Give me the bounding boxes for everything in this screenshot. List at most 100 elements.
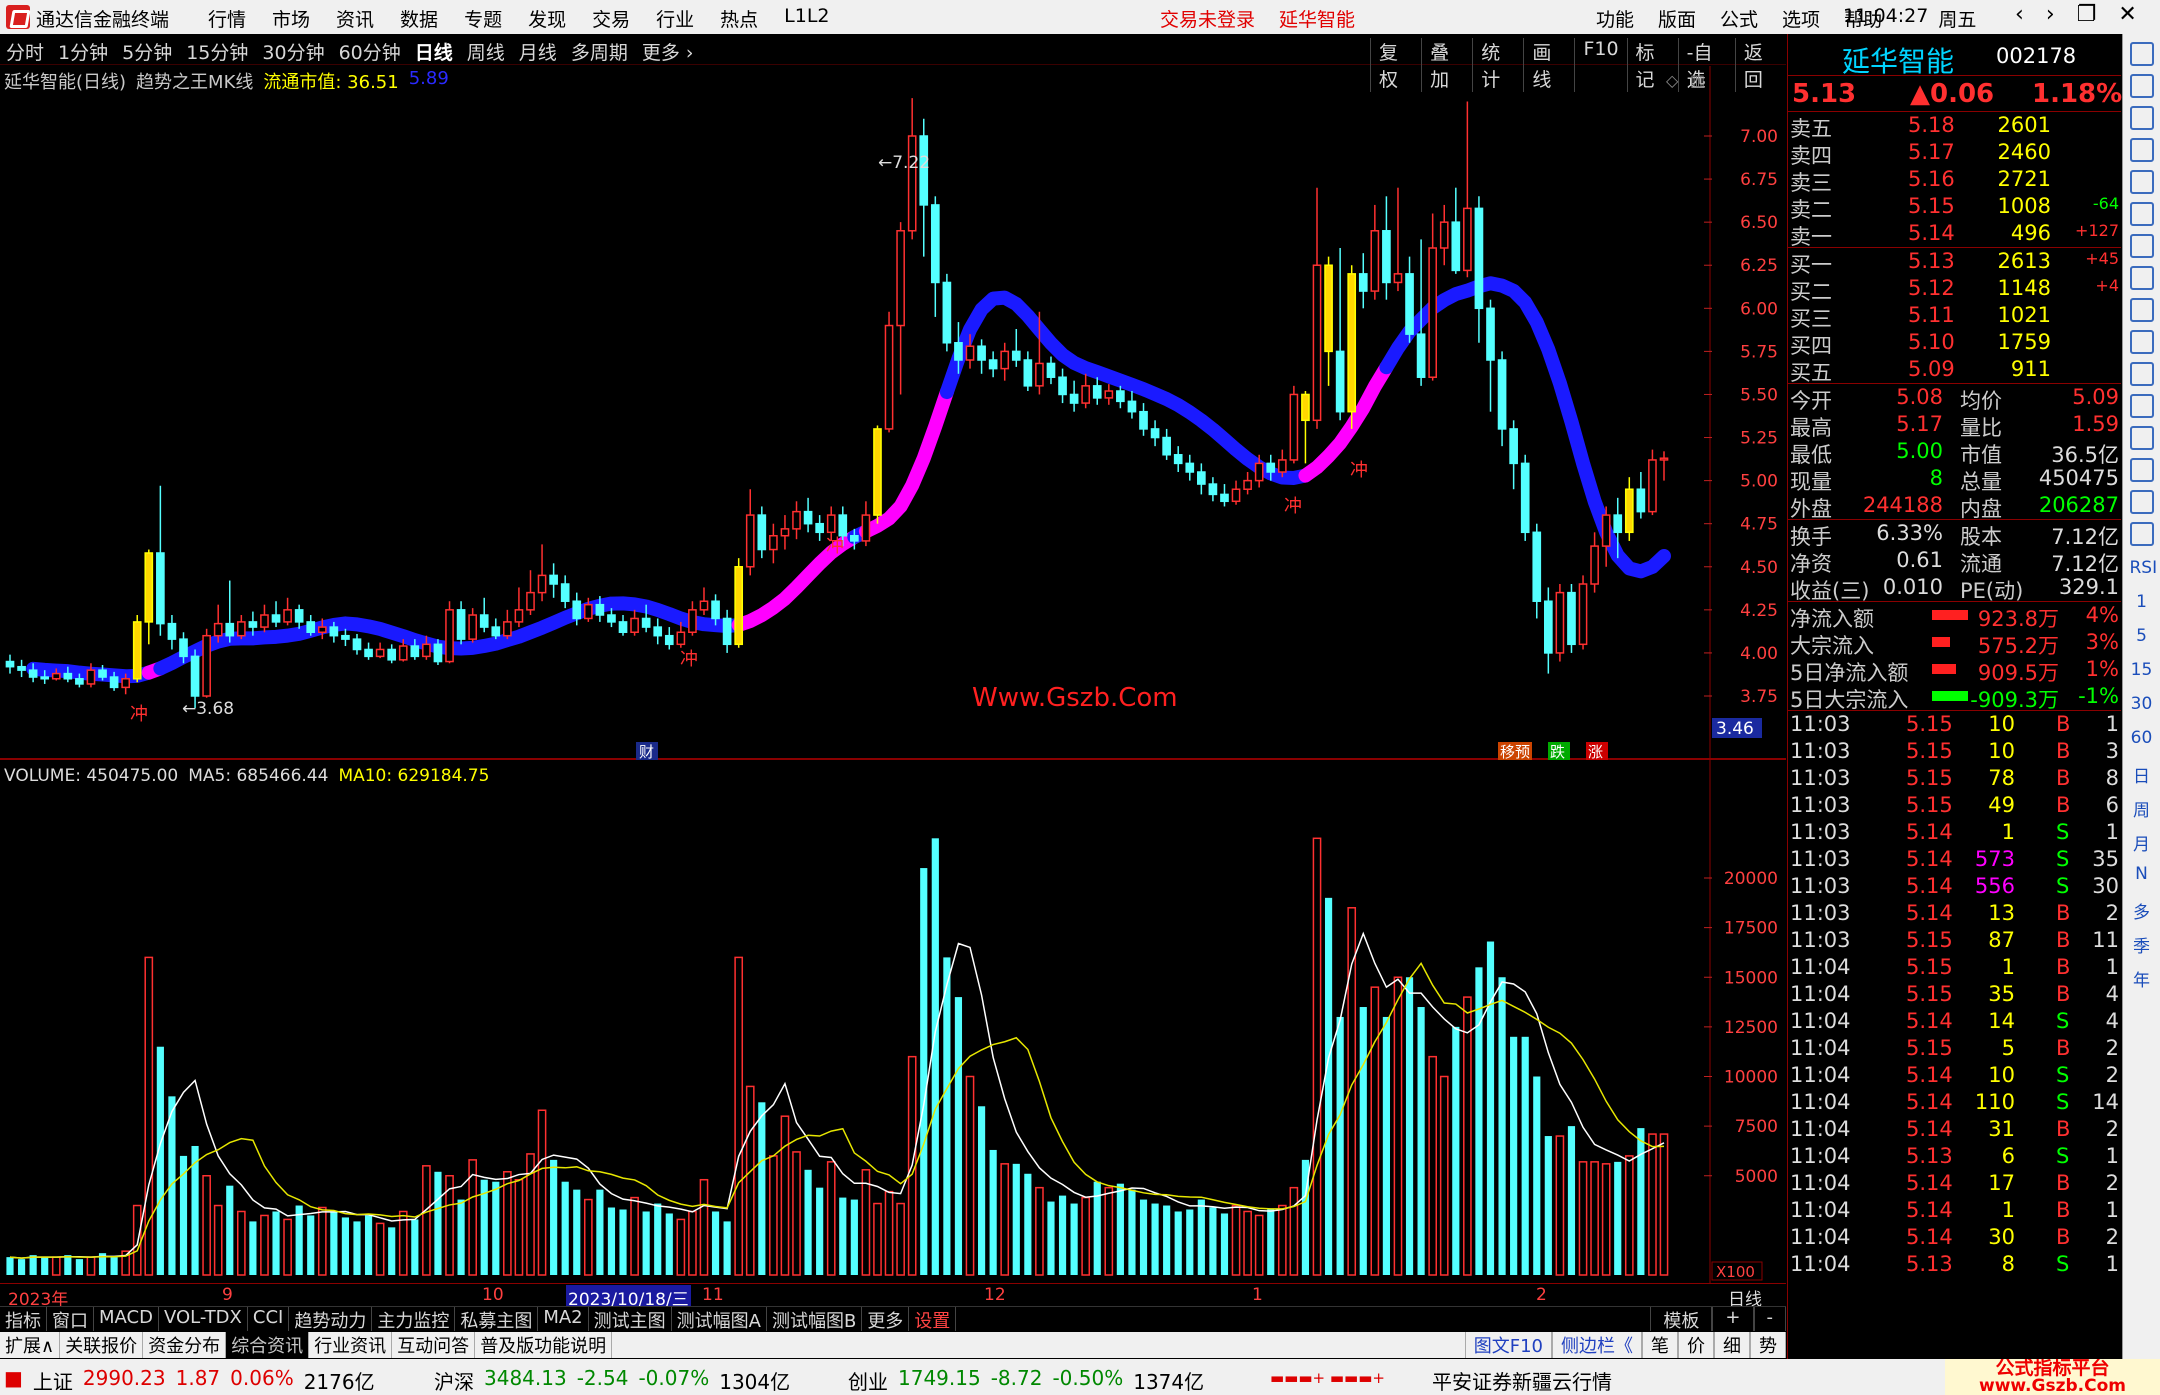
- indicator-tab-8[interactable]: MA2: [538, 1307, 589, 1331]
- right-menu-item-0[interactable]: 功能: [1596, 5, 1634, 32]
- sidebar-tool-icon[interactable]: [2129, 490, 2154, 514]
- indicator-tab-12[interactable]: 更多: [862, 1307, 910, 1332]
- period-tab-6[interactable]: 日线: [415, 38, 453, 65]
- indicator-tab-0[interactable]: 指标: [0, 1307, 47, 1332]
- stock-alert[interactable]: 延华智能: [1279, 5, 1355, 32]
- bids-row[interactable]: 买三 5.11 1021: [1788, 302, 2121, 331]
- bids-row[interactable]: 买一 5.13 2613 +45: [1788, 248, 2121, 277]
- sidebar-tool-icon[interactable]: [2129, 266, 2154, 290]
- sidebar-tool-icon[interactable]: [2129, 202, 2154, 226]
- close-icon[interactable]: ✕: [2118, 2, 2136, 27]
- sidebar-period-30[interactable]: 30: [2130, 694, 2154, 716]
- sidebar-tool-icon[interactable]: [2129, 42, 2154, 66]
- indicator-tab-2[interactable]: MACD: [94, 1307, 159, 1331]
- sidebar-tool-icon[interactable]: [2129, 522, 2154, 546]
- bottom-right-tab-5[interactable]: 势: [1750, 1332, 1786, 1358]
- template-control-1[interactable]: +: [1712, 1307, 1754, 1331]
- bottom-right-tab-1[interactable]: 侧边栏《: [1552, 1332, 1642, 1358]
- restore-icon[interactable]: ❐: [2077, 2, 2097, 27]
- bottom-tab-2[interactable]: 资金分布: [143, 1332, 227, 1358]
- period-tab-10[interactable]: 更多 ›: [642, 38, 694, 65]
- right-menu-item-3[interactable]: 选项: [1782, 5, 1820, 32]
- indicator-tab-1[interactable]: 窗口: [47, 1307, 94, 1332]
- indicator-tab-11[interactable]: 测试幅图B: [767, 1307, 863, 1332]
- index-cy[interactable]: 创业 1749.15 -8.72 -0.50% 1374亿: [848, 1366, 1204, 1395]
- menu-item-2[interactable]: 资讯: [336, 5, 374, 32]
- sidebar-period-60[interactable]: 60: [2130, 728, 2154, 750]
- bottom-tab-6[interactable]: 普及版功能说明: [475, 1332, 613, 1358]
- asks-row[interactable]: 卖四 5.17 2460: [1788, 139, 2121, 168]
- indicator-tab-3[interactable]: VOL-TDX: [159, 1307, 248, 1331]
- sidebar-period-年[interactable]: 年: [2130, 966, 2154, 991]
- forward-icon[interactable]: ›: [2046, 2, 2055, 27]
- sidebar-period-周[interactable]: 周: [2130, 796, 2154, 821]
- indicator-tab-5[interactable]: 趋势动力: [289, 1307, 373, 1332]
- sidebar-tool-icon[interactable]: [2129, 234, 2154, 258]
- right-menu-item-1[interactable]: 版面: [1658, 5, 1696, 32]
- period-tab-3[interactable]: 15分钟: [186, 38, 248, 65]
- menu-item-8[interactable]: 热点: [720, 5, 758, 32]
- bids-row[interactable]: 买四 5.10 1759: [1788, 329, 2121, 358]
- period-tab-9[interactable]: 多周期: [571, 38, 628, 65]
- period-tab-7[interactable]: 周线: [467, 38, 505, 65]
- bottom-right-tab-4[interactable]: 细: [1714, 1332, 1750, 1358]
- asks-row[interactable]: 卖二 5.15 1008 -64: [1788, 193, 2121, 222]
- bottom-tab-3[interactable]: 综合资讯: [226, 1332, 310, 1358]
- sidebar-tool-icon[interactable]: [2129, 138, 2154, 162]
- template-control-2[interactable]: -: [1753, 1307, 1786, 1331]
- volume-chart[interactable]: 20000 17500 15000 12500 10000 7500 5000 X100: [0, 760, 1786, 1283]
- sidebar-period-季[interactable]: 季: [2130, 932, 2154, 957]
- sidebar-tool-icon[interactable]: [2129, 458, 2154, 482]
- menu-item-7[interactable]: 行业: [656, 5, 694, 32]
- sidebar-period-RSI[interactable]: RSI: [2130, 558, 2158, 580]
- asks-row[interactable]: 卖三 5.16 2721: [1788, 166, 2121, 195]
- sidebar-tool-icon[interactable]: [2129, 298, 2154, 322]
- bottom-right-tab-3[interactable]: 价: [1678, 1332, 1714, 1358]
- index-sz[interactable]: 沪深 3484.13 -2.54 -0.07% 1304亿: [434, 1366, 790, 1395]
- tick-list[interactable]: 11:03 5.15 10 B 1 11:03 5.15 10 B 3 11:03 5.15 78 B 8 1…: [1788, 711, 2121, 1278]
- sidebar-tool-icon[interactable]: [2129, 426, 2154, 450]
- sidebar-period-15[interactable]: 15: [2130, 660, 2154, 682]
- menu-item-1[interactable]: 市场: [272, 5, 310, 32]
- indicator-tab-4[interactable]: CCI: [248, 1307, 290, 1331]
- trade-login-alert[interactable]: 交易未登录: [1160, 5, 1255, 32]
- indicator-tab-13[interactable]: 设置: [909, 1307, 957, 1332]
- menu-item-0[interactable]: 行情: [208, 5, 246, 32]
- back-icon[interactable]: ‹: [2015, 2, 2024, 27]
- asks-row[interactable]: 卖五 5.18 2601: [1788, 112, 2121, 141]
- period-tab-1[interactable]: 1分钟: [58, 38, 108, 65]
- sidebar-period-月[interactable]: 月: [2130, 830, 2154, 855]
- period-tab-5[interactable]: 60分钟: [339, 38, 401, 65]
- sidebar-tool-icon[interactable]: [2129, 106, 2154, 130]
- index-sh[interactable]: ■ 上证 2990.23 1.87 0.06% 2176亿: [4, 1366, 375, 1395]
- indicator-tab-7[interactable]: 私募主图: [455, 1307, 539, 1332]
- sidebar-period-多[interactable]: 多: [2130, 898, 2154, 923]
- candlestick-chart[interactable]: 7.00 6.75 6.50 6.25 6.00 5.75 5.50 5.25 5.00 4.75…: [0, 66, 1786, 760]
- sidebar-tool-icon[interactable]: [2129, 74, 2154, 98]
- indicator-tab-9[interactable]: 测试主图: [589, 1307, 672, 1332]
- menu-item-3[interactable]: 数据: [400, 5, 438, 32]
- bids-row[interactable]: 买五 5.09 911: [1788, 356, 2121, 385]
- menu-item-4[interactable]: 专题: [464, 5, 502, 32]
- period-tab-4[interactable]: 30分钟: [262, 38, 324, 65]
- period-tab-0[interactable]: 分时: [6, 38, 44, 65]
- indicator-tab-6[interactable]: 主力监控: [372, 1307, 456, 1332]
- period-tab-8[interactable]: 月线: [519, 38, 557, 65]
- bottom-right-tab-0[interactable]: 图文F10: [1464, 1332, 1552, 1358]
- bids-row[interactable]: 买二 5.12 1148 +4: [1788, 275, 2121, 304]
- template-control-0[interactable]: 模板: [1650, 1307, 1713, 1332]
- bottom-tab-0[interactable]: 扩展∧: [0, 1332, 61, 1358]
- sidebar-period-N[interactable]: N: [2130, 864, 2154, 886]
- menu-item-5[interactable]: 发现: [528, 5, 566, 32]
- bottom-tab-5[interactable]: 互动问答: [392, 1332, 476, 1358]
- menu-item-6[interactable]: 交易: [592, 5, 630, 32]
- sidebar-tool-icon[interactable]: [2129, 362, 2154, 386]
- bottom-tab-1[interactable]: 关联报价: [60, 1332, 144, 1358]
- asks-row[interactable]: 卖一 5.14 496 +127: [1788, 220, 2121, 249]
- menu-item-9[interactable]: L1L2: [784, 5, 829, 32]
- bottom-right-tab-2[interactable]: 笔: [1642, 1332, 1678, 1358]
- right-menu-item-2[interactable]: 公式: [1720, 5, 1758, 32]
- sidebar-tool-icon[interactable]: [2129, 170, 2154, 194]
- sidebar-period-1[interactable]: 1: [2130, 592, 2154, 614]
- indicator-tab-10[interactable]: 测试幅图A: [672, 1307, 767, 1332]
